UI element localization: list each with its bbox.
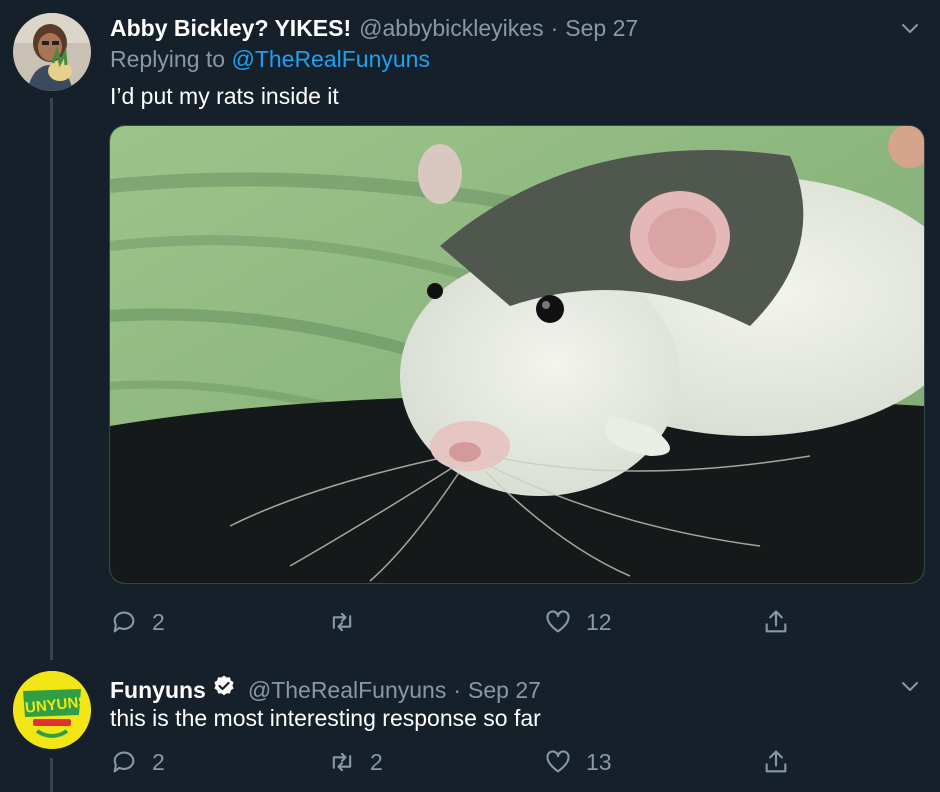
avatar-funyuns[interactable]: FUNYUNS [13,671,91,749]
replying-to-label: Replying to [110,46,232,72]
user-handle[interactable]: @TheRealFunyuns [248,677,447,704]
reply-button[interactable]: 2 [110,608,165,636]
heart-icon [546,610,570,633]
separator-dot: · [453,677,462,703]
reply-count: 2 [152,608,165,635]
share-button[interactable] [762,608,790,636]
like-button[interactable]: 13 [544,748,612,776]
tweet-header: Abby Bickley? YIKES! @abbybickleyikes · … [110,15,638,42]
thread-line [50,758,53,792]
chevron-down-icon[interactable] [898,674,922,698]
retweet-button[interactable]: 2 [328,748,383,776]
tweet-date[interactable]: Sep 27 [468,677,541,704]
like-count: 12 [586,608,612,635]
thread-line [50,98,53,660]
reply-count: 2 [152,748,165,775]
user-handle[interactable]: @abbybickleyikes [359,15,543,42]
verified-badge-icon [214,675,234,696]
tweet-actions: 2 2 13 [110,748,790,782]
chevron-down-icon[interactable] [898,16,922,40]
heart-icon [546,750,570,773]
rat-photo-icon [110,126,924,583]
funyuns-logo-icon: FUNYUNS [13,671,91,749]
tweet-photo[interactable] [109,125,925,584]
display-name[interactable]: Funyuns [110,677,206,704]
tweet-actions: 2 12 [110,608,790,642]
tweet-text: this is the most interesting response so… [110,705,541,731]
like-count: 13 [586,748,612,775]
tweet-text: I’d put my rats inside it [110,83,339,109]
tweet-header: Funyuns @TheRealFunyuns · Sep 27 [110,674,541,704]
separator-dot: · [550,15,559,41]
display-name[interactable]: Abby Bickley? YIKES! [110,15,351,42]
reply-button[interactable]: 2 [110,748,165,776]
retweet-count: 2 [370,748,383,775]
tweet-abby[interactable]: Abby Bickley? YIKES! @abbybickleyikes · … [0,0,940,660]
tweet-date[interactable]: Sep 27 [565,15,638,42]
retweet-button[interactable] [328,608,370,636]
reply-icon [113,611,135,633]
user-photo-icon [13,13,91,91]
retweet-icon [332,612,352,632]
tweet-funyuns[interactable]: FUNYUNS Funyuns @TheRealFunyuns · Sep 27… [0,660,940,792]
share-icon [765,750,787,773]
share-icon [765,610,787,633]
like-button[interactable]: 12 [544,608,612,636]
avatar-abby[interactable] [13,13,91,91]
share-button[interactable] [762,748,790,776]
retweet-icon [332,752,352,772]
reply-icon [113,751,135,773]
replying-to: Replying to @TheRealFunyuns [110,46,430,73]
mention-link[interactable]: @TheRealFunyuns [231,46,430,72]
